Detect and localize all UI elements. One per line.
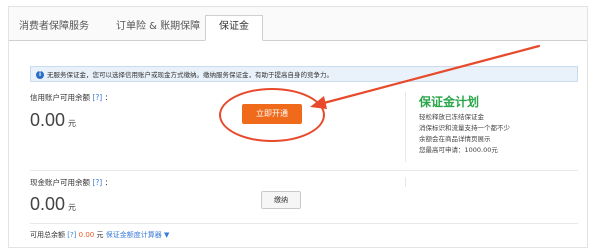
deposit-calculator-link[interactable]: 保证金额度计算器 ▼	[106, 231, 170, 239]
total-help-link[interactable]: [?]	[67, 231, 76, 239]
info-icon: i	[36, 71, 44, 79]
info-banner: i 无服务保证金，您可以选择信用账户或现金方式缴纳。缴纳服务保证金，有助于提高自…	[30, 66, 578, 82]
section-divider-2	[405, 177, 406, 187]
plan-line-3: 余额会在商品详情页展示	[419, 135, 491, 143]
cash-help-link[interactable]: [?]	[92, 178, 102, 187]
plan-line-2: 消保标识和流量支持一个都不少	[419, 124, 510, 132]
open-credit-button[interactable]: 立即开通	[242, 104, 302, 124]
pay-deposit-button[interactable]: 缴纳	[261, 191, 301, 209]
tab-deposit[interactable]: 保证金	[205, 15, 263, 41]
footer-divider	[30, 223, 578, 224]
deposit-plan-logo: 保证金计划	[419, 95, 480, 109]
cash-balance-amount: 0.00 元	[30, 194, 77, 214]
credit-balance-label: 信用账户可用余额 [?] ：	[30, 93, 113, 102]
tab-consumer-protection[interactable]: 消费者保障服务	[19, 17, 89, 32]
plan-line-1: 轻松释放已冻结保证金	[419, 113, 484, 121]
caret-down-icon: ▼	[163, 231, 170, 239]
plan-line-4: 您最高可申请：1000.00元	[419, 146, 498, 154]
credit-help-link[interactable]: [?]	[92, 93, 102, 102]
tab-bar: 消费者保障服务 订单险 & 账期保障 保证金	[9, 7, 587, 41]
tab-order-insurance[interactable]: 订单险 & 账期保障	[116, 17, 200, 32]
credit-balance-amount: 0.00 元	[30, 110, 77, 130]
cash-balance-label: 现金账户可用余额 [?] ：	[30, 178, 113, 187]
section-divider	[405, 92, 406, 162]
total-balance: 可用总余额 [?] 0.00 元 保证金额度计算器 ▼	[30, 231, 170, 239]
row-divider	[30, 170, 578, 171]
total-amount: 0.00	[78, 231, 95, 239]
info-text: 无服务保证金，您可以选择信用账户或现金方式缴纳。缴纳服务保证金，有助于提高自身的…	[47, 71, 333, 79]
